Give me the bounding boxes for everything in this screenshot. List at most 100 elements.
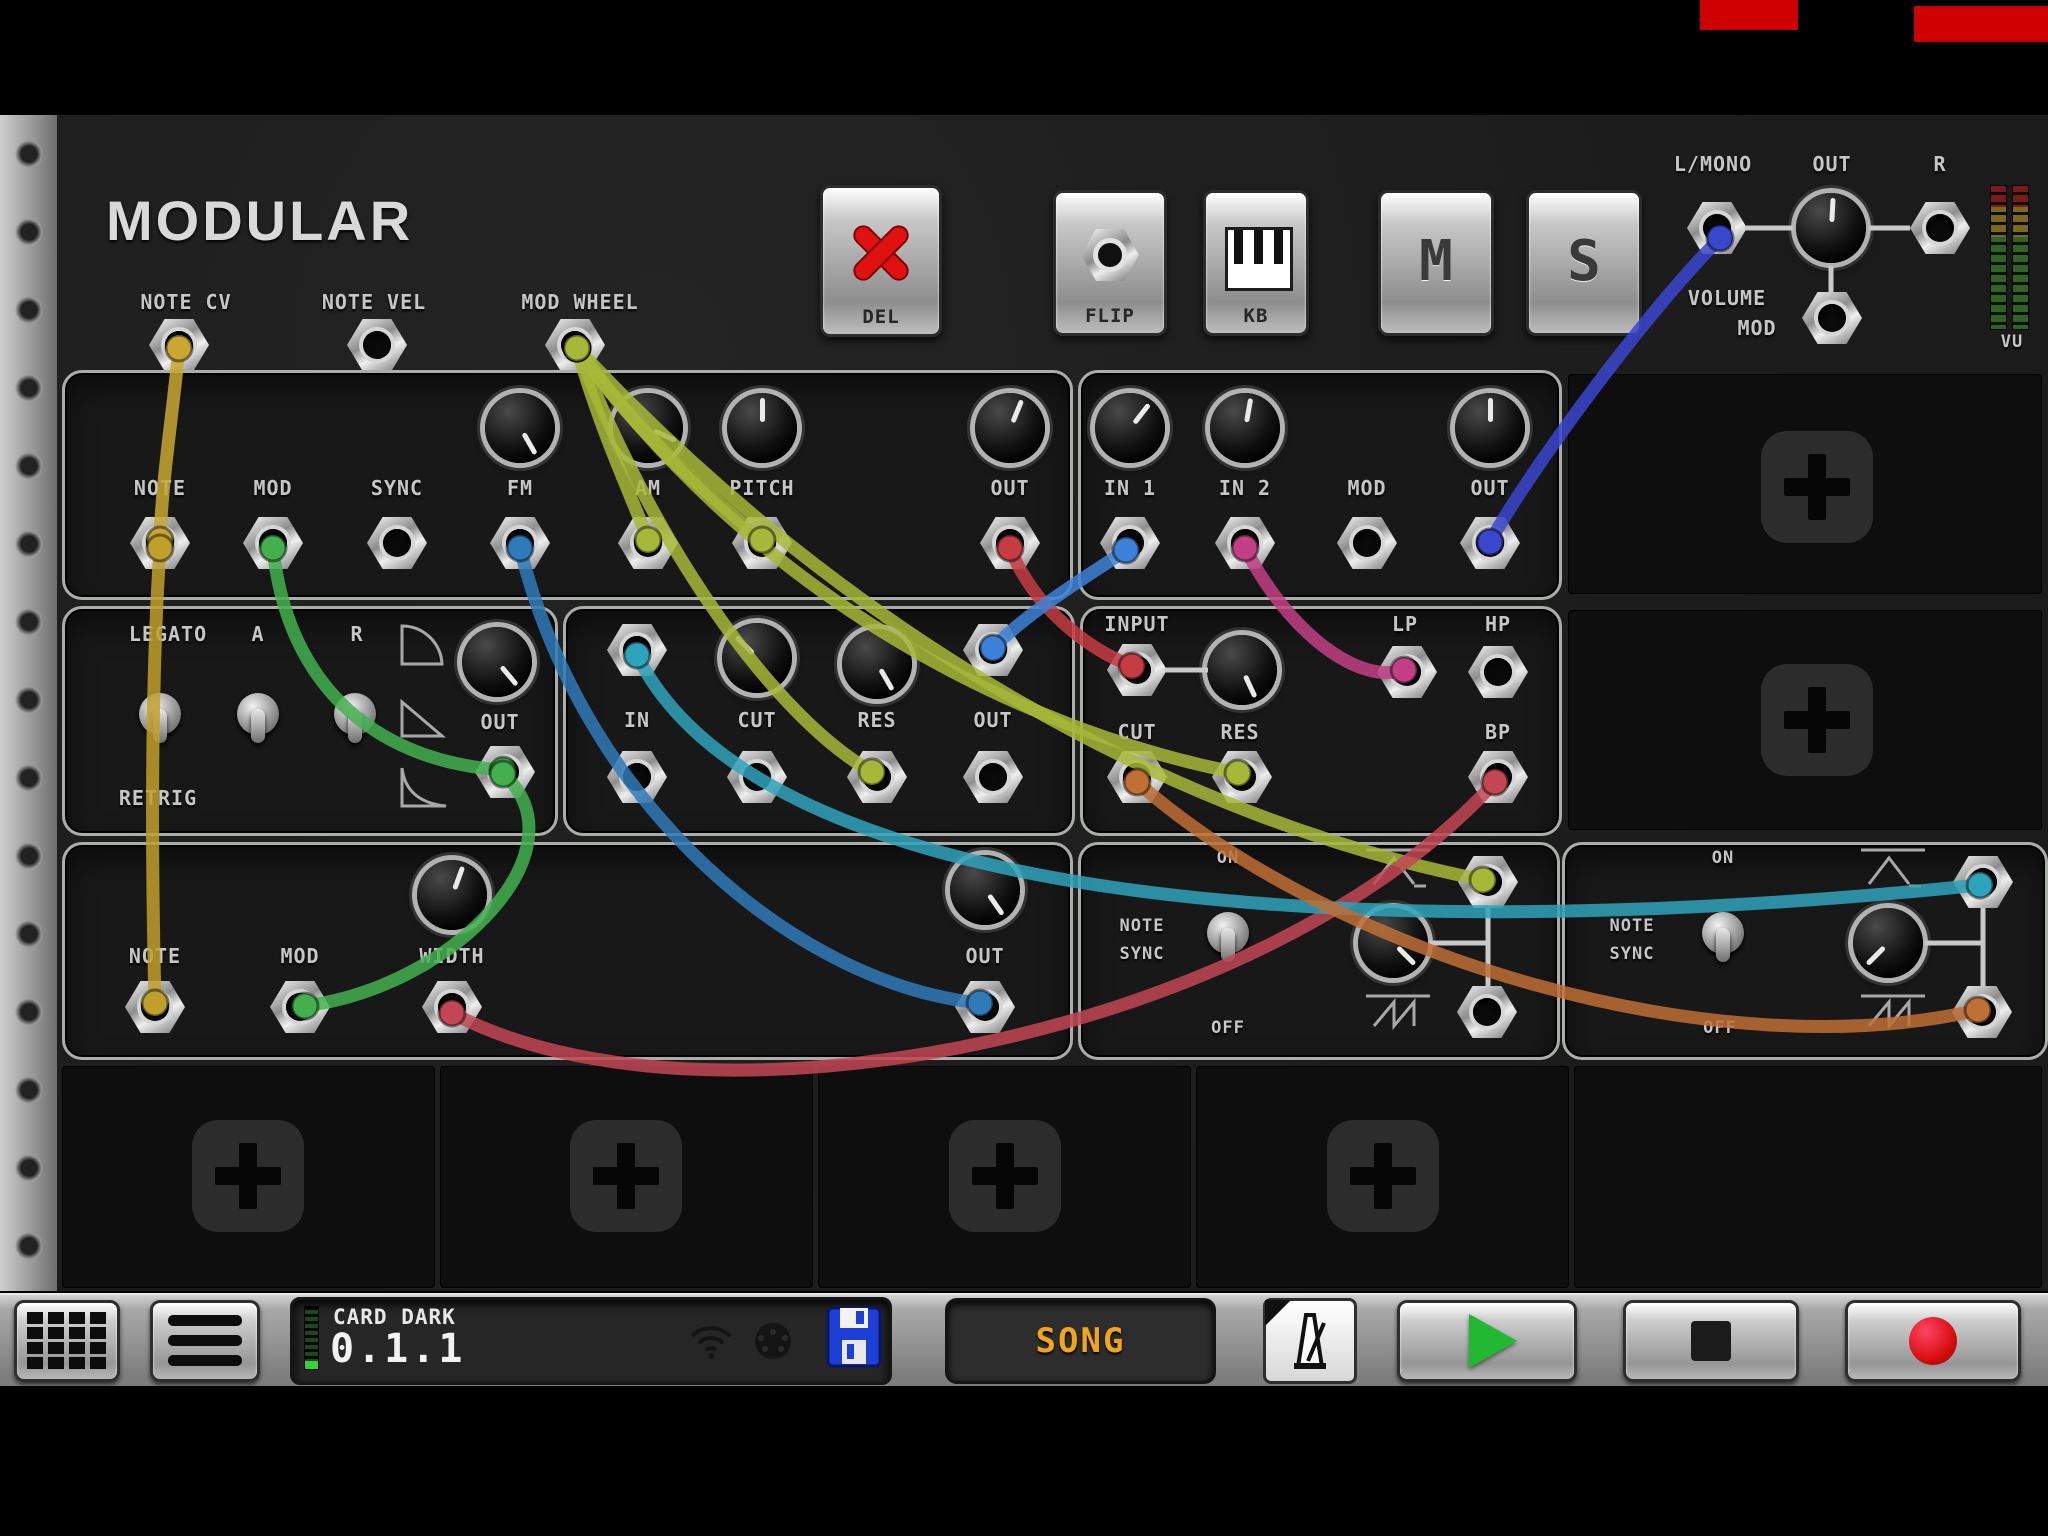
out-label: OUT bbox=[1812, 152, 1851, 176]
lfo2-off-label: OFF bbox=[1703, 1018, 1737, 1038]
flip-button[interactable]: FLIP bbox=[1053, 190, 1167, 336]
filter-res-knob[interactable] bbox=[842, 629, 912, 699]
delete-x-icon bbox=[850, 222, 912, 284]
vu-meter-right bbox=[2012, 185, 2029, 330]
osc-sync-label: SYNC bbox=[371, 476, 423, 500]
lfo2-on-label: ON bbox=[1712, 848, 1734, 868]
note-cv-label: NOTE CV bbox=[140, 290, 231, 314]
mute-button-label: M bbox=[1419, 229, 1453, 294]
add-module-button-3[interactable] bbox=[949, 1120, 1061, 1232]
flip-button-label: FLIP bbox=[1085, 305, 1135, 327]
menu-icon bbox=[168, 1315, 242, 1326]
volume-mod-label: MOD bbox=[1737, 316, 1776, 340]
lfo2-rate-knob[interactable] bbox=[1853, 908, 1923, 978]
mixer-mod-label: MOD bbox=[1347, 476, 1386, 500]
menu-button[interactable] bbox=[150, 1300, 260, 1382]
song-mode-button[interactable]: SONG bbox=[945, 1298, 1216, 1384]
env-out-knob[interactable] bbox=[462, 627, 532, 697]
delete-button[interactable]: DEL bbox=[820, 185, 942, 337]
osc-mod-label: MOD bbox=[253, 476, 292, 500]
env-a-label: A bbox=[251, 622, 264, 646]
mixer-out-knob[interactable] bbox=[1455, 393, 1525, 463]
empty-slot-5 bbox=[1574, 1066, 2042, 1288]
pwm-width-label: WIDTH bbox=[419, 944, 484, 968]
filter-in-label: IN bbox=[624, 708, 650, 732]
synth-title: MODULAR bbox=[106, 188, 413, 253]
status-red-block-1 bbox=[1700, 0, 1798, 30]
osc-fm-label: FM bbox=[507, 476, 533, 500]
filter-cut-label: CUT bbox=[737, 708, 776, 732]
play-button[interactable] bbox=[1397, 1300, 1577, 1382]
pwm-out-knob[interactable] bbox=[950, 855, 1020, 925]
mod-wheel-label: MOD WHEEL bbox=[521, 290, 638, 314]
metronome-icon bbox=[1284, 1309, 1336, 1371]
env-release-toggle[interactable] bbox=[334, 693, 376, 735]
solo-button[interactable]: S bbox=[1526, 190, 1642, 336]
vu-meter-left bbox=[1990, 185, 2007, 330]
lfo1-off-label: OFF bbox=[1211, 1018, 1245, 1038]
add-module-button-row2[interactable] bbox=[1761, 664, 1873, 776]
env-r-label: R bbox=[350, 622, 363, 646]
mute-button[interactable]: M bbox=[1378, 190, 1494, 336]
add-module-button-2[interactable] bbox=[570, 1120, 682, 1232]
stop-button[interactable] bbox=[1623, 1300, 1799, 1382]
mixer-in2-label: IN 2 bbox=[1219, 476, 1271, 500]
filter-res-label: RES bbox=[857, 708, 896, 732]
play-icon bbox=[1469, 1314, 1517, 1368]
song-position: 0.1.1 bbox=[330, 1326, 465, 1372]
add-module-button-1[interactable] bbox=[192, 1120, 304, 1232]
pwm-note-label: NOTE bbox=[129, 944, 181, 968]
lfo1-on-label: ON bbox=[1217, 848, 1239, 868]
filter2-cut-label: CUT bbox=[1117, 720, 1156, 744]
lfo2-sync-toggle[interactable] bbox=[1702, 912, 1744, 954]
solo-button-label: S bbox=[1567, 229, 1601, 294]
mixer-in1-knob[interactable] bbox=[1095, 393, 1165, 463]
keyboard-button-label: KB bbox=[1244, 305, 1269, 327]
midi-din-icon bbox=[752, 1320, 794, 1362]
modular-synth-screen: MODULAR NOTE CV NOTE VEL MOD WHEEL DEL F… bbox=[0, 0, 2048, 1536]
stop-icon bbox=[1691, 1321, 1731, 1361]
keyboard-button[interactable]: KB bbox=[1203, 190, 1309, 336]
env-legato-toggle[interactable] bbox=[139, 693, 181, 735]
mixer-in2-knob[interactable] bbox=[1210, 393, 1280, 463]
add-module-button-row1[interactable] bbox=[1761, 431, 1873, 543]
record-icon bbox=[1909, 1317, 1957, 1365]
osc-out-knob[interactable] bbox=[975, 393, 1045, 463]
lfo1-sync-toggle[interactable] bbox=[1207, 912, 1249, 954]
save-disk-icon[interactable] bbox=[826, 1306, 882, 1368]
pwm-mod-label: MOD bbox=[280, 944, 319, 968]
filter-cut-knob[interactable] bbox=[722, 623, 792, 693]
lfo1-note-label: NOTE bbox=[1120, 916, 1165, 936]
grid-icon bbox=[27, 1312, 43, 1324]
lfo1-sync-label: SYNC bbox=[1120, 944, 1165, 964]
pattern-grid-button[interactable] bbox=[14, 1300, 120, 1382]
filter-out-label: OUT bbox=[973, 708, 1012, 732]
osc-pitch-label: PITCH bbox=[729, 476, 794, 500]
filter2-bp-label: BP bbox=[1485, 720, 1511, 744]
l-mono-label: L/MONO bbox=[1674, 152, 1752, 176]
record-button[interactable] bbox=[1845, 1300, 2021, 1382]
lfo1-rate-knob[interactable] bbox=[1358, 908, 1428, 978]
r-label: R bbox=[1933, 152, 1946, 176]
env-out-label: OUT bbox=[480, 710, 519, 734]
osc-pitch-knob[interactable] bbox=[727, 393, 797, 463]
osc-fm-knob[interactable] bbox=[485, 393, 555, 463]
filter2-res-label: RES bbox=[1220, 720, 1259, 744]
status-red-block-2 bbox=[1914, 6, 2048, 42]
osc-am-knob[interactable] bbox=[613, 393, 683, 463]
jack-nut-icon bbox=[1081, 229, 1139, 281]
module-pwm bbox=[62, 842, 1073, 1060]
note-vel-label: NOTE VEL bbox=[322, 290, 426, 314]
env-attack-toggle[interactable] bbox=[237, 693, 279, 735]
wifi-icon bbox=[688, 1322, 734, 1360]
vu-label: VU bbox=[2001, 332, 2023, 352]
master-volume-knob[interactable] bbox=[1796, 193, 1866, 263]
display-vu-meter bbox=[304, 1306, 319, 1370]
filter2-hp-label: HP bbox=[1485, 612, 1511, 636]
pwm-width-knob[interactable] bbox=[417, 860, 487, 930]
filter2-cut-knob[interactable] bbox=[1207, 635, 1277, 705]
metronome-button[interactable] bbox=[1263, 1298, 1357, 1384]
add-module-button-4[interactable] bbox=[1327, 1120, 1439, 1232]
env-retrig-label: RETRIG bbox=[119, 786, 197, 810]
mixer-out-label: OUT bbox=[1470, 476, 1509, 500]
